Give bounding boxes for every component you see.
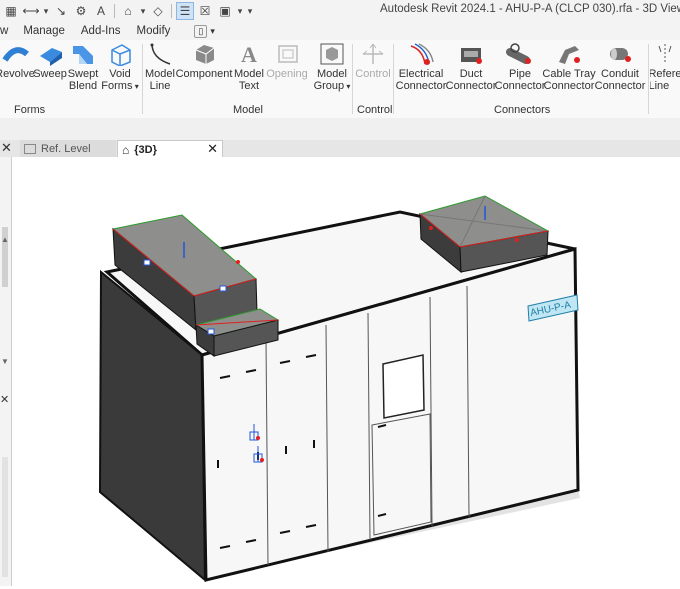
electrical-connector-icon bbox=[407, 42, 435, 69]
control-button[interactable]: Control bbox=[354, 42, 392, 100]
view-tabs: ✕ Ref. Level ⌂ {3D} ✕ bbox=[0, 140, 680, 158]
model-group-button[interactable]: Model Group ▾ bbox=[312, 42, 352, 100]
swept-blend-icon bbox=[69, 42, 97, 69]
cable-tray-connector-button[interactable]: Cable Tray Connector bbox=[542, 42, 596, 100]
duct-connector-icon bbox=[457, 42, 485, 69]
app-title: Autodesk Revit 2024.1 - AHU-P-A (CLCP 03… bbox=[380, 3, 680, 15]
chevron-down-icon[interactable]: ▾ bbox=[132, 82, 139, 91]
sweep-icon bbox=[36, 42, 64, 69]
tab-modify[interactable]: Modify bbox=[137, 25, 171, 37]
project-browser-panel: ▲ ▼ ✕ bbox=[0, 157, 12, 586]
panel-title-forms: Forms bbox=[14, 104, 46, 116]
panel-divider bbox=[142, 44, 143, 114]
view-tab-label: Ref. Level bbox=[41, 142, 91, 155]
contextual-tab-dropdown[interactable]: ▯ bbox=[194, 24, 208, 38]
drawing-canvas-3d[interactable]: AHU-P-A bbox=[12, 157, 680, 586]
dropdown-arrow-icon[interactable]: ▾ bbox=[42, 2, 50, 20]
floor-plan-icon bbox=[24, 143, 36, 154]
thin-lines-icon[interactable]: ☰ bbox=[176, 2, 194, 20]
tab-manage[interactable]: Manage bbox=[23, 25, 65, 37]
revolve-button[interactable]: Revolve bbox=[0, 42, 35, 100]
electrical-connector-button[interactable]: Electrical Connector bbox=[396, 42, 446, 100]
component-button[interactable]: Component bbox=[176, 42, 232, 100]
close-icon[interactable]: ✕ bbox=[207, 141, 218, 157]
component-icon bbox=[190, 42, 218, 69]
chevron-down-icon[interactable]: ▾ bbox=[210, 26, 215, 37]
default-3d-icon[interactable]: ⌂ bbox=[119, 2, 137, 20]
model-line-button[interactable]: Model Line bbox=[145, 42, 175, 100]
opening-icon bbox=[273, 42, 301, 69]
house-3d-icon: ⌂ bbox=[122, 142, 130, 157]
sweep-button[interactable]: Sweep bbox=[33, 42, 67, 100]
tab-add-ins[interactable]: Add-Ins bbox=[81, 25, 121, 37]
dropdown-arrow-icon[interactable]: ▾ bbox=[139, 2, 147, 20]
conduit-connector-icon bbox=[606, 42, 634, 69]
ribbon: Revolve Sweep SweptBlend VoidForms ▾ For… bbox=[0, 40, 680, 119]
void-forms-icon bbox=[106, 42, 134, 69]
revolve-icon bbox=[1, 42, 29, 69]
pipe-connector-button[interactable]: Pipe Connector bbox=[495, 42, 545, 100]
void-forms-button[interactable]: Void Forms ▾ bbox=[101, 42, 139, 100]
tag-icon[interactable]: ⚙ bbox=[72, 2, 90, 20]
model-line-icon bbox=[146, 42, 174, 69]
reference-line-button[interactable]: Refere Line bbox=[650, 42, 680, 100]
tab-view[interactable]: w bbox=[0, 25, 8, 37]
swept-blend-button[interactable]: Swept Blend bbox=[67, 42, 99, 100]
control-icon bbox=[359, 42, 387, 69]
ahu-3d-model: AHU-P-A bbox=[98, 195, 580, 583]
panel-title-model: Model bbox=[233, 104, 263, 116]
customize-qat-icon[interactable]: ▾ bbox=[246, 2, 254, 20]
open-icon[interactable]: ▦ bbox=[2, 2, 20, 20]
ribbon-tabs: w Manage Add-Ins Modify ▯ ▾ bbox=[0, 22, 680, 40]
view-tab-label: {3D} bbox=[134, 143, 157, 156]
cable-tray-connector-icon bbox=[555, 42, 583, 69]
qat-separator bbox=[114, 4, 115, 18]
title-bar: ▦ ⟷ ▾ ↘ ⚙ A ⌂ ▾ ◇ ☰ ☒ ▣ ▾ ▾ Autodesk Revit 2024.1 - A… bbox=[0, 0, 680, 22]
opening-button[interactable]: Opening bbox=[266, 42, 308, 100]
model-text-button[interactable]: A Model Text bbox=[233, 42, 265, 100]
access-panel-window bbox=[382, 354, 425, 419]
dimension-icon[interactable]: ↘ bbox=[52, 2, 70, 20]
close-hidden-icon[interactable]: ☒ bbox=[196, 2, 214, 20]
model-text-icon: A bbox=[241, 42, 257, 67]
panel-divider bbox=[352, 44, 353, 114]
properties-scrollbar[interactable] bbox=[2, 457, 8, 577]
conduit-connector-button[interactable]: Conduit Connector bbox=[595, 42, 645, 100]
chevron-down-icon[interactable]: ▾ bbox=[344, 82, 350, 91]
section-icon[interactable]: ◇ bbox=[149, 2, 167, 20]
chevron-up-icon[interactable]: ▲ bbox=[1, 235, 9, 244]
panel-divider bbox=[393, 44, 394, 114]
model-group-icon bbox=[318, 42, 346, 69]
quick-access-toolbar: ▦ ⟷ ▾ ↘ ⚙ A ⌂ ▾ ◇ ☰ ☒ ▣ ▾ ▾ bbox=[0, 0, 254, 22]
close-icon[interactable]: ✕ bbox=[0, 393, 9, 406]
pipe-connector-icon bbox=[506, 42, 534, 69]
panel-title-connectors: Connectors bbox=[494, 104, 551, 116]
chevron-down-icon[interactable]: ▼ bbox=[1, 357, 9, 366]
close-icon[interactable]: ✕ bbox=[1, 140, 12, 156]
duct-connector-button[interactable]: Duct Connector bbox=[446, 42, 496, 100]
qat-separator bbox=[171, 4, 172, 18]
text-icon[interactable]: A bbox=[92, 2, 110, 20]
switch-windows-icon[interactable]: ▣ bbox=[216, 2, 234, 20]
tab-3d[interactable]: ⌂ {3D} ✕ bbox=[117, 140, 223, 158]
dropdown-arrow-icon[interactable]: ▾ bbox=[236, 2, 244, 20]
options-bar bbox=[0, 118, 680, 140]
measure-icon[interactable]: ⟷ bbox=[22, 2, 40, 20]
tab-ref-level[interactable]: Ref. Level bbox=[20, 140, 116, 157]
reference-line-icon bbox=[651, 42, 679, 69]
panel-title-control: Control bbox=[357, 104, 393, 116]
panel-divider bbox=[648, 44, 649, 114]
